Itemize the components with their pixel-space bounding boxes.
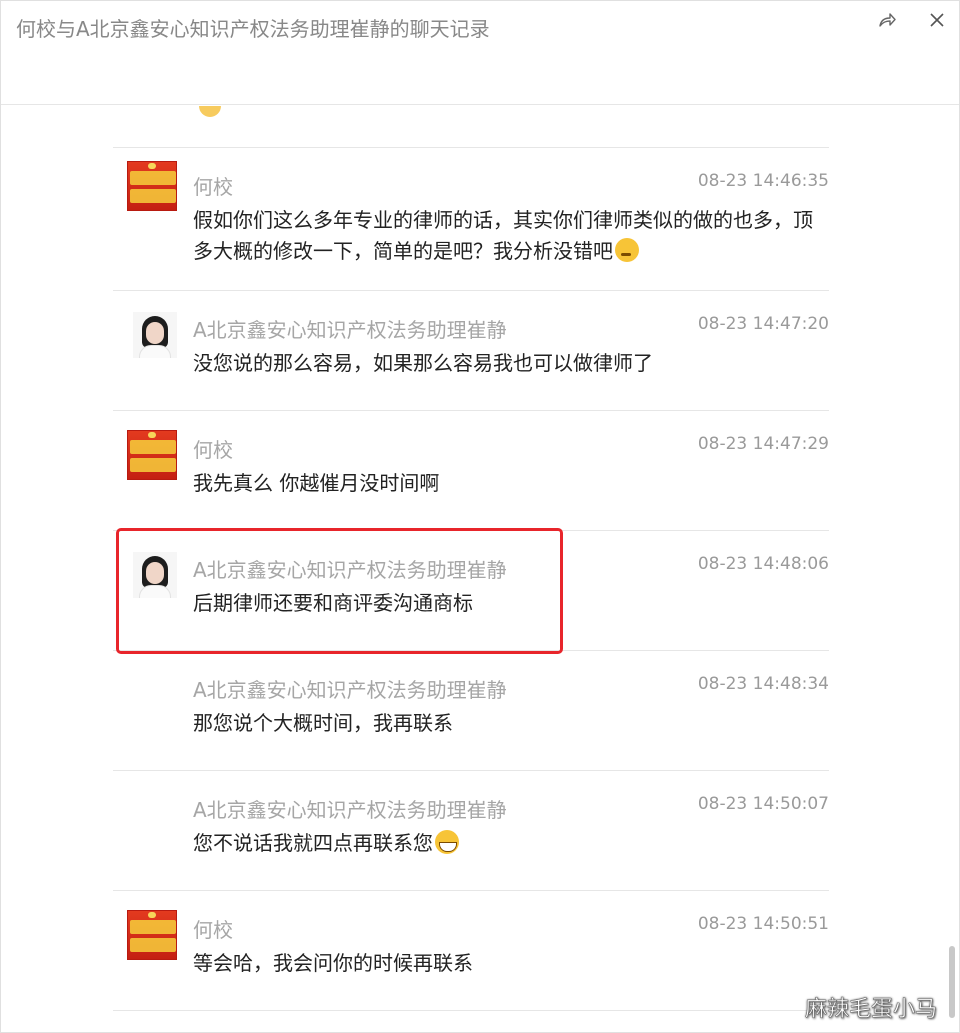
partial-previous-message	[193, 106, 222, 117]
message-time: 08-23 14:48:06	[697, 554, 829, 574]
window-title: 何校与A北京鑫安心知识产权法务助理崔静的聊天记录	[16, 17, 490, 41]
message-time: 08-23 14:48:34	[697, 674, 829, 694]
share-arrow-icon	[879, 13, 896, 27]
avatar[interactable]	[133, 312, 177, 358]
message-time: 08-23 14:47:20	[697, 314, 829, 334]
avatar[interactable]	[133, 552, 177, 598]
message-text-content: 您不说话我就四点再联系您	[193, 831, 433, 855]
chat-message: A北京鑫安心知识产权法务助理崔静 08-23 14:50:07 您不说话我就四点…	[113, 770, 829, 890]
sender-name: A北京鑫安心知识产权法务助理崔静	[193, 678, 507, 702]
message-text: 假如你们这么多年专业的律师的话，其实你们律师类似的做的也多，顶多大概的修改一下，…	[193, 205, 813, 267]
message-text-content: 假如你们这么多年专业的律师的话，其实你们律师类似的做的也多，顶多大概的修改一下，…	[193, 208, 813, 263]
chat-message: 何校 08-23 14:50:51 等会哈，我会问你的时候再联系	[113, 890, 829, 1010]
message-list[interactable]: 何校 08-23 14:46:35 假如你们这么多年专业的律师的话，其实你们律师…	[1, 106, 945, 1033]
sender-name: 何校	[193, 438, 233, 462]
watermark: 麻辣毛蛋小马	[805, 997, 938, 1023]
chat-history-window: 何校与A北京鑫安心知识产权法务助理崔静的聊天记录 何校 08-23 14:46:…	[0, 0, 960, 1033]
scrollbar[interactable]	[945, 106, 959, 1033]
avatar[interactable]	[127, 161, 177, 211]
message-time: 08-23 14:46:35	[697, 171, 829, 191]
thinking-face-icon	[615, 238, 639, 262]
avatar[interactable]	[127, 910, 177, 960]
message-text: 后期律师还要和商评委沟通商标	[193, 591, 473, 615]
grinning-face-icon	[435, 830, 459, 854]
close-button[interactable]	[925, 9, 949, 31]
chat-message	[113, 1010, 829, 1033]
avatar[interactable]	[127, 430, 177, 480]
message-text: 我先真么 你越催月没时间啊	[193, 471, 440, 495]
close-icon	[930, 13, 944, 27]
share-button[interactable]	[875, 9, 899, 31]
emoji-icon	[199, 106, 222, 117]
chat-message: 何校 08-23 14:46:35 假如你们这么多年专业的律师的话，其实你们律师…	[113, 147, 829, 267]
title-bar: 何校与A北京鑫安心知识产权法务助理崔静的聊天记录	[1, 1, 959, 105]
chat-message: A北京鑫安心知识产权法务助理崔静 08-23 14:47:20 没您说的那么容易…	[113, 290, 829, 410]
message-text: 您不说话我就四点再联系您	[193, 828, 813, 859]
chat-message: 何校 08-23 14:47:29 我先真么 你越催月没时间啊	[113, 410, 829, 530]
sender-name: 何校	[193, 918, 233, 942]
message-text: 没您说的那么容易，如果那么容易我也可以做律师了	[193, 351, 653, 375]
message-text: 等会哈，我会问你的时候再联系	[193, 951, 473, 975]
chat-message: A北京鑫安心知识产权法务助理崔静 08-23 14:48:34 那您说个大概时间…	[113, 650, 829, 770]
sender-name: A北京鑫安心知识产权法务助理崔静	[193, 798, 507, 822]
sender-name: A北京鑫安心知识产权法务助理崔静	[193, 318, 507, 342]
message-text: 那您说个大概时间，我再联系	[193, 711, 453, 735]
sender-name: A北京鑫安心知识产权法务助理崔静	[193, 558, 507, 582]
message-time: 08-23 14:47:29	[697, 434, 829, 454]
chat-message: A北京鑫安心知识产权法务助理崔静 08-23 14:48:06 后期律师还要和商…	[113, 530, 829, 650]
sender-name: 何校	[193, 175, 233, 199]
message-time: 08-23 14:50:51	[697, 914, 829, 934]
message-time: 08-23 14:50:07	[697, 794, 829, 814]
scrollbar-thumb[interactable]	[949, 946, 955, 1018]
